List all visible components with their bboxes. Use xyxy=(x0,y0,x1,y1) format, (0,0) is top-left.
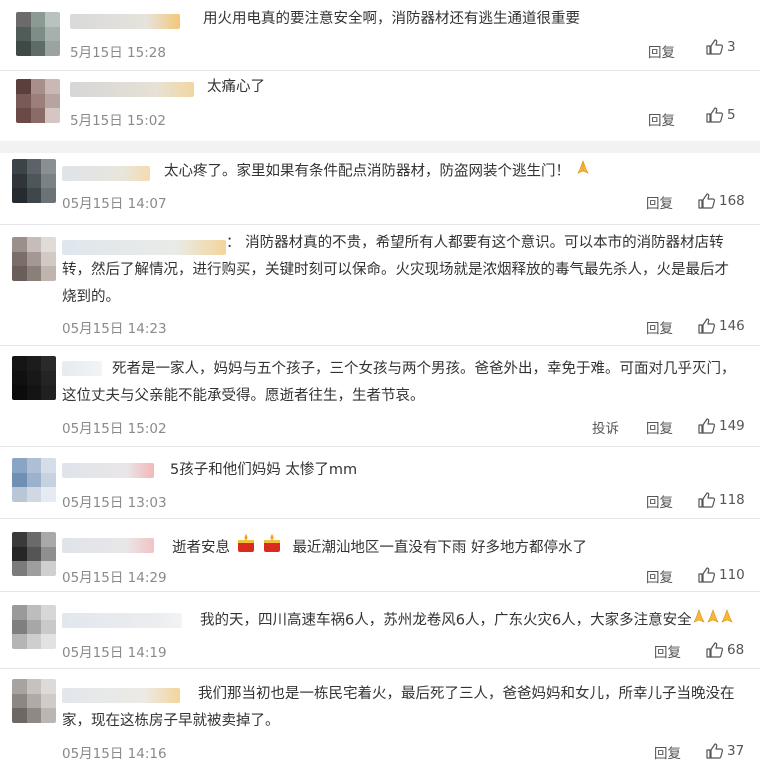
thumbs-up-icon xyxy=(698,318,715,334)
comment-item: 5孩子和他们妈妈 太惨了mm 05月15日 13:03 回复 118 xyxy=(0,447,760,518)
comment-text: 用火用电真的要注意安全啊，消防器材还有逃生通道很重要 xyxy=(203,11,580,27)
comment-item: 太痛心了 5月15日 15:02 回复 5 xyxy=(0,71,760,141)
username-blurred[interactable] xyxy=(62,613,182,628)
thumbs-up-icon xyxy=(698,567,715,583)
candle-emoji xyxy=(261,533,283,563)
comment-time: 05月15日 13:03 xyxy=(62,495,167,511)
like-count: 118 xyxy=(719,492,745,508)
comment-item: 我们那当初也是一栋民宅着火，最后死了三人，爸爸妈妈和女儿，所幸儿子当晚没在家，现… xyxy=(0,669,760,771)
avatar[interactable] xyxy=(12,237,56,281)
comment-text: 逝者安息 最近潮汕地区一直没有下雨 好多地方都停水了 xyxy=(172,533,587,563)
comment-text: 太痛心了 xyxy=(207,79,265,95)
screenshot-gap xyxy=(0,141,760,153)
username-blurred[interactable] xyxy=(70,14,180,29)
like-count: 149 xyxy=(719,418,745,434)
comment-time: 5月15日 15:02 xyxy=(70,113,166,129)
like-button[interactable]: 37 xyxy=(706,743,744,759)
reply-button[interactable]: 回复 xyxy=(646,491,673,511)
comment-text: 太心疼了。家里如果有条件配点消防器材，防盗网装个逃生门！ xyxy=(164,158,591,186)
like-count: 37 xyxy=(727,743,745,759)
comment-text: 5孩子和他们妈妈 太惨了mm xyxy=(170,462,358,478)
thumbs-up-icon xyxy=(706,39,723,55)
username-blurred[interactable] xyxy=(62,463,154,478)
like-count: 110 xyxy=(719,567,745,583)
comment-time: 05月15日 14:16 xyxy=(62,746,167,762)
thumbs-up-icon xyxy=(706,743,723,759)
comment-item: 我的天，四川高速车祸6人，苏州龙卷风6人，广东火灾6人，大家多注意安全 05月1… xyxy=(0,592,760,668)
username-blurred[interactable] xyxy=(62,538,154,553)
like-count: 5 xyxy=(727,107,736,123)
avatar[interactable] xyxy=(16,12,60,56)
like-button[interactable]: 168 xyxy=(698,193,745,209)
username-blurred[interactable] xyxy=(70,82,194,97)
like-button[interactable]: 118 xyxy=(698,492,745,508)
reply-button[interactable]: 回复 xyxy=(654,742,681,762)
comment-time: 05月15日 14:29 xyxy=(62,570,167,586)
username-blurred[interactable] xyxy=(62,166,150,181)
reply-button[interactable]: 回复 xyxy=(646,417,673,437)
avatar[interactable] xyxy=(12,458,56,502)
comment-time: 05月15日 15:02 xyxy=(62,421,167,437)
praying-hands-emoji xyxy=(692,607,734,634)
reply-button[interactable]: 回复 xyxy=(648,109,675,129)
like-button[interactable]: 5 xyxy=(706,107,736,123)
comment-text: 我们那当初也是一栋民宅着火，最后死了三人，爸爸妈妈和女儿，所幸儿子当晚没在家，现… xyxy=(62,686,735,729)
like-button[interactable]: 146 xyxy=(698,318,745,334)
comment-time: 05月15日 14:07 xyxy=(62,196,167,212)
comment-item: 太心疼了。家里如果有条件配点消防器材，防盗网装个逃生门！ 05月15日 14:0… xyxy=(0,153,760,223)
thumbs-up-icon xyxy=(698,492,715,508)
avatar[interactable] xyxy=(12,159,56,203)
comment-item: 用火用电真的要注意安全啊，消防器材还有逃生通道很重要 5月15日 15:28 回… xyxy=(0,0,760,70)
avatar[interactable] xyxy=(12,532,56,576)
thumbs-up-icon xyxy=(698,418,715,434)
candle-emoji xyxy=(235,533,257,563)
avatar[interactable] xyxy=(16,79,60,123)
thumbs-up-icon xyxy=(698,193,715,209)
comment-text: 死者是一家人，妈妈与五个孩子，三个女孩与两个男孩。爸爸外出，幸免于难。可面对几乎… xyxy=(62,361,736,404)
report-button[interactable]: 投诉 xyxy=(592,417,619,437)
avatar[interactable] xyxy=(12,679,56,723)
comment-item: ： 消防器材真的不贵，希望所有人都要有这个意识。可以本市的消防器材店转转，然后了… xyxy=(0,225,760,345)
praying-hands-emoji xyxy=(575,158,591,185)
comment-time: 05月15日 14:19 xyxy=(62,645,167,661)
reply-button[interactable]: 回复 xyxy=(648,41,675,61)
comment-text: 我的天，四川高速车祸6人，苏州龙卷风6人，广东火灾6人，大家多注意安全 xyxy=(200,607,734,635)
like-count: 146 xyxy=(719,318,745,334)
comment-item: 逝者安息 最近潮汕地区一直没有下雨 好多地方都停水了 05月15日 14:29 … xyxy=(0,519,760,591)
like-button[interactable]: 149 xyxy=(698,418,745,434)
like-button[interactable]: 68 xyxy=(706,642,744,658)
reply-button[interactable]: 回复 xyxy=(646,317,673,337)
like-button[interactable]: 110 xyxy=(698,567,745,583)
reply-button[interactable]: 回复 xyxy=(646,192,673,212)
reply-button[interactable]: 回复 xyxy=(654,641,681,661)
comment-time: 5月15日 15:28 xyxy=(70,45,166,61)
thumbs-up-icon xyxy=(706,107,723,123)
comment-time: 05月15日 14:23 xyxy=(62,321,167,337)
like-count: 3 xyxy=(727,39,736,55)
like-count: 168 xyxy=(719,193,745,209)
comment-item: 死者是一家人，妈妈与五个孩子，三个女孩与两个男孩。爸爸外出，幸免于难。可面对几乎… xyxy=(0,346,760,446)
avatar[interactable] xyxy=(12,356,56,400)
avatar[interactable] xyxy=(12,605,56,649)
like-button[interactable]: 3 xyxy=(706,39,736,55)
thumbs-up-icon xyxy=(706,642,723,658)
like-count: 68 xyxy=(727,642,745,658)
reply-button[interactable]: 回复 xyxy=(646,566,673,586)
comment-text: ： 消防器材真的不贵，希望所有人都要有这个意识。可以本市的消防器材店转转，然后了… xyxy=(62,235,729,305)
